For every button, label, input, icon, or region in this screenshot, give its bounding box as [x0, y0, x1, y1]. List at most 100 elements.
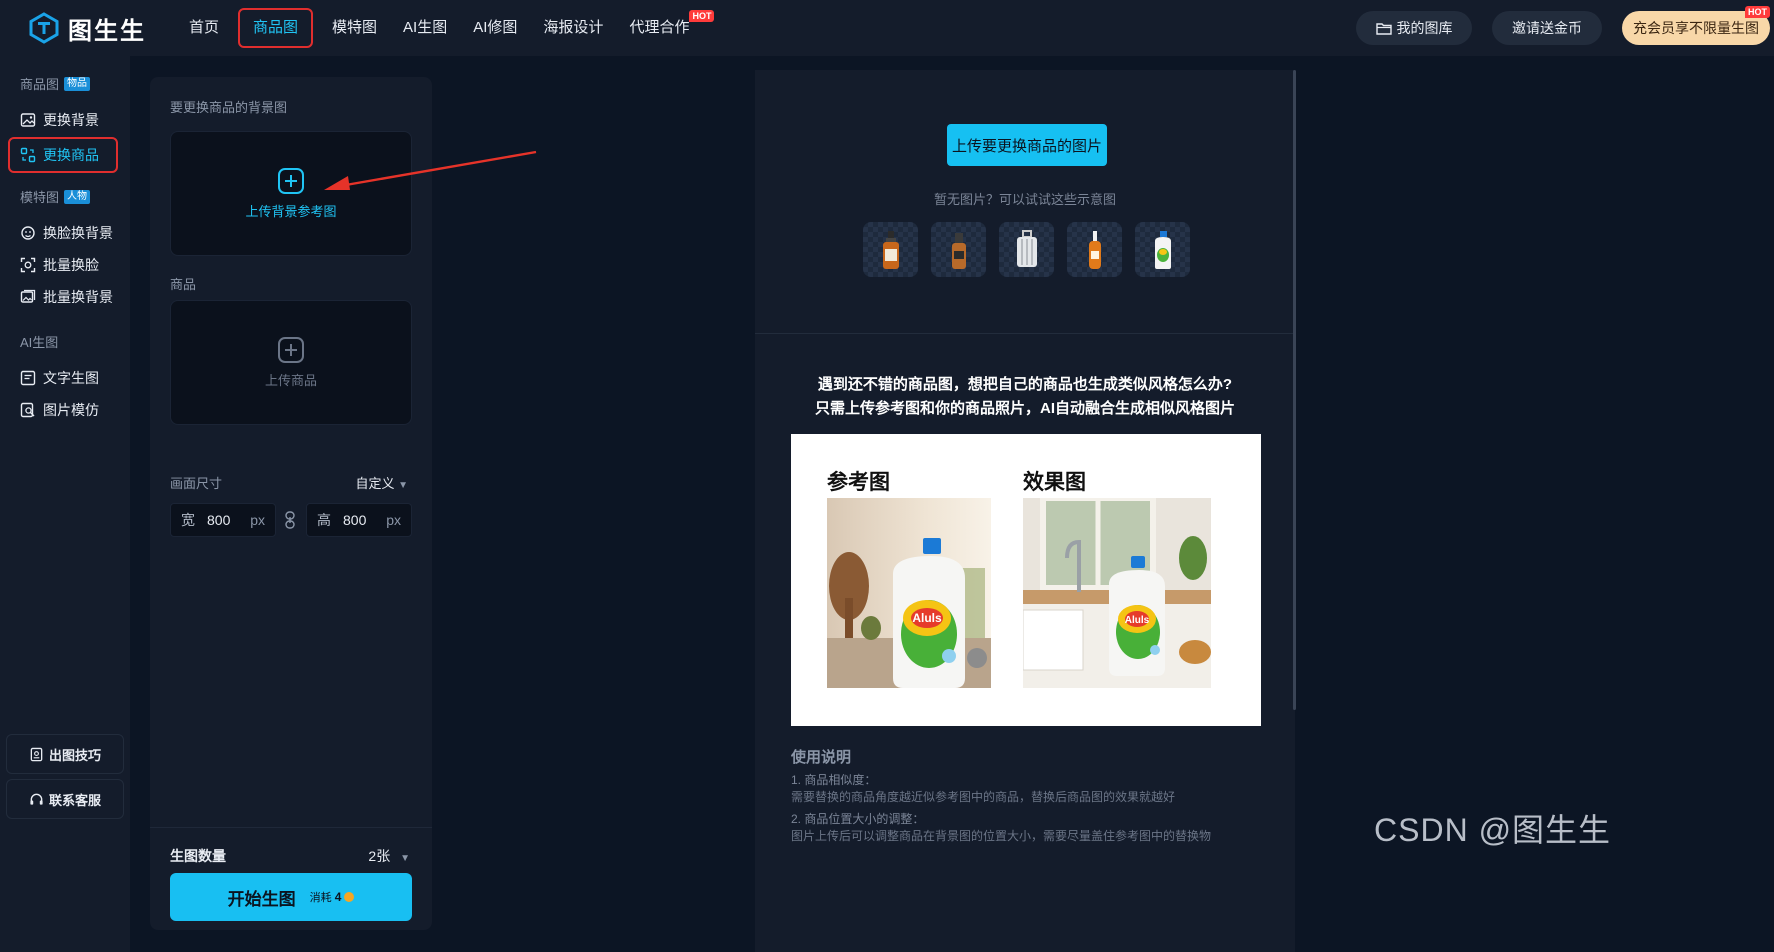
usage-line-1: 1. 商品相似度： [791, 773, 877, 787]
sidebar-group-model: 模特图 人物 [20, 187, 91, 206]
sidebar-item-label: 批量换背景 [43, 289, 113, 305]
canvas-size-label: 画面尺寸 [170, 476, 223, 491]
bottle-brand: Aluls [1125, 615, 1150, 626]
hot-badge: HOT [689, 10, 715, 22]
feature-description: 遇到还不错的商品图，想把自己的商品也生成类似风格怎么办? 只需上传参考图和你的商… [755, 373, 1295, 421]
height-input[interactable]: 高 800 px [306, 503, 412, 537]
settings-panel: 要更换商品的背景图 上传背景参考图 商品 上传商品 画面尺寸 自定义 ▼ 宽 8… [150, 77, 432, 930]
usage-title: 使用说明 [791, 749, 852, 766]
image-count-label: 生图数量 [170, 848, 226, 864]
bottle-shape: Aluls [1109, 556, 1165, 676]
width-value: 800 [207, 512, 231, 528]
sidebar-group-tag: 人物 [64, 189, 91, 204]
product-upload-area[interactable]: 上传商品 [170, 300, 412, 425]
top-bar: 图生生 首页 商品图 模特图 AI生图 AI修图 海报设计 代理合作 HOT 我… [0, 0, 1774, 56]
sidebar-item-label: 文字生图 [43, 370, 99, 386]
text-image-icon [20, 370, 36, 386]
contact-support-label: 联系客服 [48, 792, 101, 808]
result-image: Aluls [1023, 498, 1211, 688]
detergent-bottle-icon [1154, 230, 1171, 269]
height-value: 800 [343, 512, 367, 528]
nav-ai-retouch[interactable]: AI修图 [460, 8, 530, 48]
reference-scene-icon: Aluls [827, 498, 991, 688]
contact-support-button[interactable]: 联系客服 [6, 779, 124, 819]
sidebar-item-label: 图片模仿 [43, 402, 99, 418]
reference-image: Aluls [827, 498, 991, 688]
nav-home[interactable]: 首页 [176, 8, 232, 48]
sample-image-2[interactable] [931, 222, 986, 277]
serum-bottle-icon [951, 232, 966, 269]
images-icon [20, 289, 36, 303]
sample-image-3[interactable] [999, 222, 1054, 277]
description-line-2: 只需上传参考图和你的商品照片，AI自动融合生成相似风格图片 [814, 400, 1235, 417]
my-library-button[interactable]: 我的图库 [1356, 11, 1472, 45]
sidebar-item-change-product[interactable]: 更换商品 [8, 137, 118, 173]
size-mode-select[interactable]: 自定义 ▼ [355, 473, 408, 492]
image-search-icon [20, 402, 35, 418]
size-inputs: 宽 800 px 高 800 px [170, 503, 412, 537]
link-icon[interactable] [283, 511, 297, 529]
width-input[interactable]: 宽 800 px [170, 503, 276, 537]
nav-agency-label: 代理合作 [629, 19, 690, 36]
logo-icon [29, 12, 59, 44]
folder-icon [1375, 22, 1392, 35]
background-label: 要更换商品的背景图 [170, 100, 288, 115]
nav-agency[interactable]: 代理合作 HOT [616, 8, 715, 48]
product-label: 商品 [170, 277, 197, 292]
sidebar-item-text-to-image[interactable]: 文字生图 [8, 360, 118, 396]
nav-ai-generate[interactable]: AI生图 [390, 8, 460, 48]
vip-button[interactable]: 充会员享不限量生图 HOT [1622, 6, 1770, 45]
app-logo[interactable]: 图生生 [28, 10, 146, 46]
headset-icon [30, 793, 43, 805]
sidebar-group-ai: AI生图 [20, 332, 58, 351]
plus-icon [278, 168, 304, 194]
face-swap-icon [21, 226, 35, 240]
cost-label: 消耗 [309, 892, 332, 904]
product-upload-label: 上传商品 [264, 373, 317, 388]
start-generate-button[interactable]: 开始生图 消耗 4 [170, 873, 412, 921]
watermark: CSDN @图生生 [1374, 812, 1612, 848]
result-title: 效果图 [1023, 466, 1133, 496]
image-icon [20, 113, 36, 127]
nav-product-image[interactable]: 商品图 [238, 8, 314, 48]
nav-model-image[interactable]: 模特图 [319, 8, 390, 48]
sidebar-item-batch-face-swap[interactable]: 批量换脸 [8, 247, 118, 283]
preview-divider [755, 333, 1295, 334]
sidebar-item-change-background[interactable]: 更换背景 [8, 102, 118, 138]
plus-icon [278, 337, 304, 363]
nav-poster-design[interactable]: 海报设计 [530, 8, 616, 48]
sidebar-group-label: 模特图 [20, 190, 60, 205]
width-label: 宽 [181, 512, 195, 528]
sample-image-4[interactable] [1067, 222, 1122, 277]
image-count-value: 2张 [368, 848, 391, 864]
main-nav: 首页 商品图 模特图 AI生图 AI修图 海报设计 代理合作 HOT [176, 0, 715, 56]
height-label: 高 [317, 512, 331, 528]
image-count-select[interactable]: 2张 ▼ [368, 846, 410, 866]
sidebar-item-label: 更换商品 [43, 147, 99, 163]
reference-title: 参考图 [827, 466, 937, 496]
sidebar-item-face-swap-background[interactable]: 换脸换背景 [8, 215, 118, 251]
swap-icon [20, 147, 36, 163]
demo-comparison-card: 参考图 效果图 Aluls Aluls [791, 434, 1261, 726]
sidebar-item-batch-background[interactable]: 批量换背景 [8, 279, 118, 315]
logo-text: 图生生 [68, 17, 146, 45]
sidebar-item-image-imitate[interactable]: 图片模仿 [8, 392, 118, 428]
essence-bottle-icon [1088, 230, 1101, 269]
my-library-label: 我的图库 [1396, 20, 1453, 36]
result-scene-icon: Aluls [1023, 498, 1211, 688]
sidebar: 商品图 物品 更换背景 更换商品 模特图 人物 换脸换背景 批量换脸 批量换背景… [0, 56, 130, 952]
suitcase-icon [1016, 229, 1037, 267]
invite-button[interactable]: 邀请送金币 [1492, 11, 1602, 45]
sample-image-1[interactable] [863, 222, 918, 277]
face-scan-icon [20, 257, 36, 273]
image-tips-button[interactable]: 出图技巧 [6, 734, 124, 774]
preview-scrollbar[interactable] [1293, 70, 1296, 710]
sample-image-5[interactable] [1135, 222, 1190, 277]
background-upload-label: 上传背景参考图 [245, 204, 337, 219]
upload-product-image-button[interactable]: 上传要更换商品的图片 [947, 124, 1107, 166]
cost-value: 4 [334, 890, 342, 904]
sidebar-group-tag: 物品 [64, 76, 91, 91]
dropper-bottle-icon [882, 230, 899, 269]
size-mode-value: 自定义 [355, 476, 395, 491]
caret-down-icon: ▼ [398, 480, 408, 491]
